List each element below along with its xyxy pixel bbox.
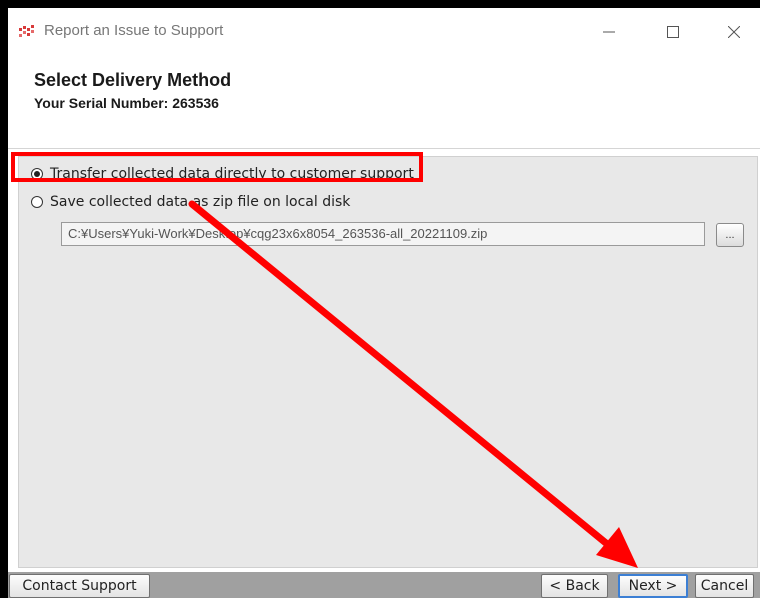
button-bar: Contact Support < Back Next > Cancel (8, 572, 760, 598)
delivery-options-panel: Transfer collected data directly to cust… (18, 156, 758, 568)
maximize-icon (667, 23, 679, 42)
cancel-button[interactable]: Cancel (695, 574, 754, 598)
browse-button[interactable]: ... (716, 223, 744, 247)
close-icon (727, 23, 741, 42)
window-title: Report an Issue to Support (44, 22, 224, 39)
option-save-zip-label: Save collected data as zip file on local… (50, 194, 351, 210)
option-transfer-directly[interactable]: Transfer collected data directly to cust… (31, 163, 414, 185)
maximize-button[interactable] (650, 14, 696, 50)
serial-number-label: Your Serial Number: 263536 (34, 95, 219, 111)
zip-file-path-field[interactable]: C:¥Users¥Yuki-Work¥Desktop¥cqg23x6x8054_… (61, 222, 705, 246)
dialog-window: Report an Issue to Support Select Delive… (8, 8, 760, 598)
contact-support-button[interactable]: Contact Support (9, 574, 150, 598)
header-divider (8, 148, 760, 149)
page-title: Select Delivery Method (34, 70, 232, 90)
minimize-icon (603, 23, 615, 42)
minimize-button[interactable] (586, 14, 632, 50)
radio-transfer-directly[interactable] (31, 168, 43, 180)
title-bar: Report an Issue to Support (8, 8, 760, 56)
app-logo-icon (19, 24, 35, 38)
option-save-zip[interactable]: Save collected data as zip file on local… (31, 191, 350, 213)
radio-save-zip[interactable] (31, 196, 43, 208)
back-button[interactable]: < Back (541, 574, 608, 598)
close-button[interactable] (711, 14, 757, 50)
option-transfer-label: Transfer collected data directly to cust… (50, 166, 414, 182)
next-button[interactable]: Next > (618, 574, 688, 598)
radio-selected-dot (34, 171, 40, 177)
